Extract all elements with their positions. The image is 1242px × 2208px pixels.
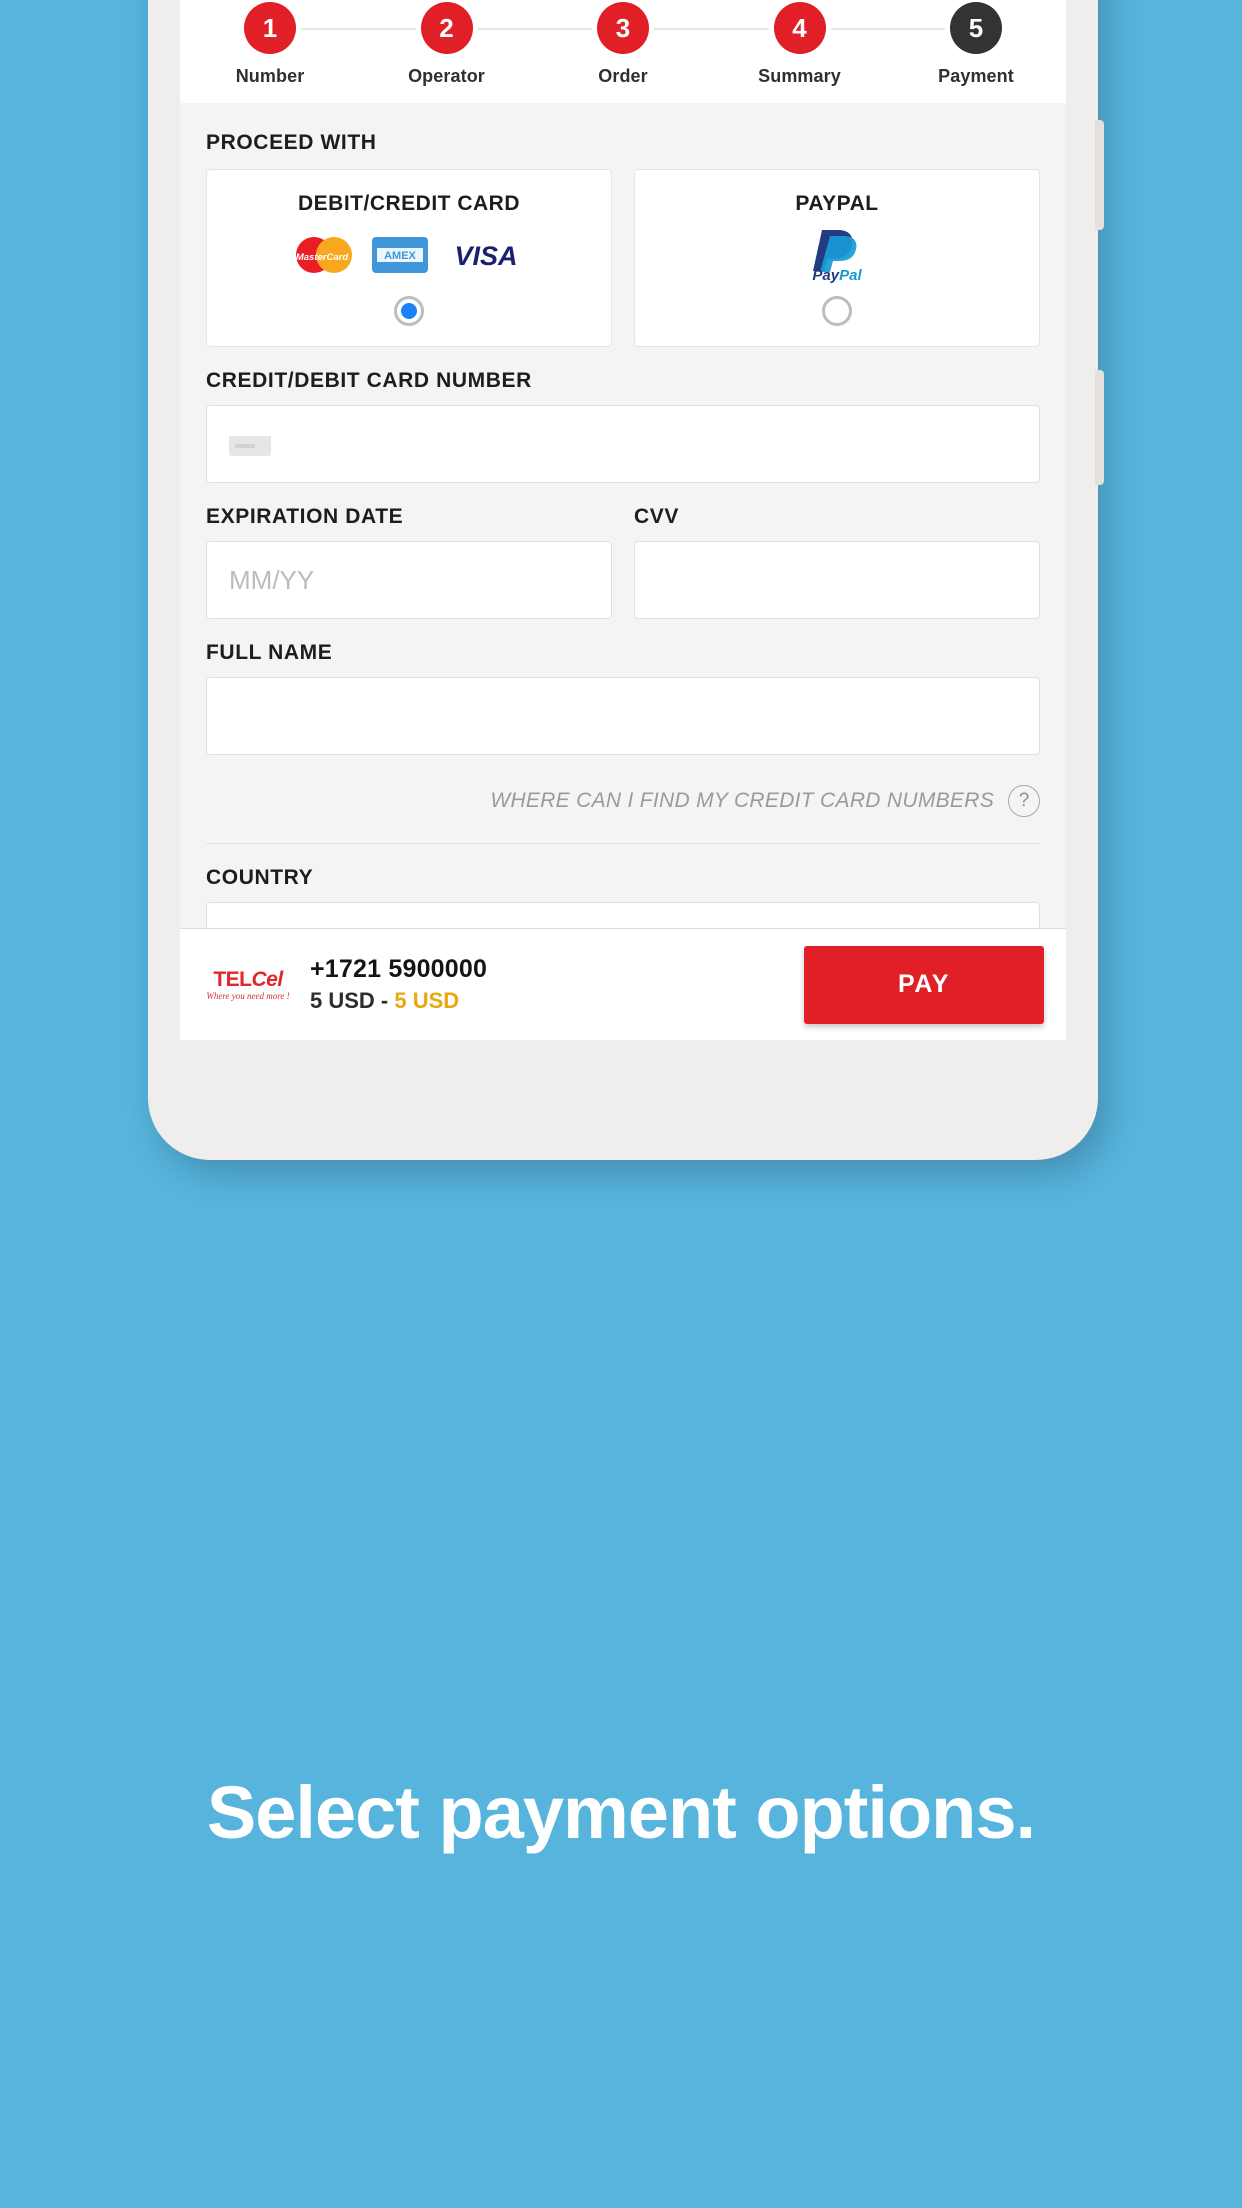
expiration-date-label: EXPIRATION DATE [206,505,404,528]
pay-bar-price: 5 USD - 5 USD [310,988,788,1014]
step-circle-4: 4 [773,2,826,54]
pay-bar: TELCel Where you need more ! +1721 59000… [180,928,1066,1040]
stepper-step-order[interactable]: 3 Order [559,2,687,87]
payment-option-paypal-radio-wrap [645,296,1029,326]
step-label-4: Summary [758,66,841,86]
stepper-step-summary[interactable]: 4 Summary [736,2,864,87]
phone-screen: Where you need more! 1 Number 2 Operator [180,0,1066,1040]
step-circle-3: 3 [597,2,649,54]
amex-icon: AMEX [372,237,428,273]
full-name-label: FULL NAME [206,641,333,664]
payment-form: PROCEED WITH DEBIT/CREDIT CARD MasterCar… [180,103,1066,1040]
payment-option-paypal-radio[interactable] [822,296,852,326]
payment-option-card-radio[interactable] [394,296,424,326]
stepper-step-number[interactable]: 1 Number [206,2,334,87]
pay-bar-price-label: 5 USD - [310,988,389,1013]
step-label-5: Payment [938,66,1014,86]
country-label: COUNTRY [206,866,314,889]
screenshot-root: Where you need more! 1 Number 2 Operator [0,0,1242,2208]
checkout-stepper: 1 Number 2 Operator 3 Order 4 Summary 5 … [180,0,1066,103]
phone-mockup: Where you need more! 1 Number 2 Operator [148,0,1104,1160]
pay-bar-info: +1721 5900000 5 USD - 5 USD [310,955,788,1014]
question-mark-icon[interactable]: ? [1008,785,1040,817]
expiration-date-input[interactable]: MM/YY [206,541,612,619]
payment-option-card-title: DEBIT/CREDIT CARD [298,192,520,215]
payment-option-paypal-title: PAYPAL [795,192,879,215]
pay-button[interactable]: PAY [804,945,1044,1024]
stepper-step-payment[interactable]: 5 Payment [912,2,1040,87]
paypal-logo-row: PayPal [645,230,1029,284]
svg-text:VISA: VISA [454,241,517,271]
telcel-logo-cel: Cel [251,967,283,991]
cvv-input[interactable] [634,541,1040,619]
promo-caption: Select payment options. [206,1771,1036,1854]
card-help-text: WHERE CAN I FIND MY CREDIT CARD NUMBERS [490,789,994,812]
phone-volume-button [1095,120,1104,230]
step-circle-1: 1 [244,2,296,54]
paypal-icon: PayPal [812,230,862,284]
mastercard-icon: MasterCard [296,237,352,273]
card-brand-logos: MasterCard AMEX VISA [217,232,601,278]
telcel-logo-tagline: Where you need more ! [206,990,290,1001]
phone-power-button [1095,370,1104,485]
credit-card-icon [229,433,271,456]
step-circle-2: 2 [420,2,473,54]
telcel-logo-text: TELCel [202,969,294,990]
payment-option-paypal[interactable]: PAYPAL PayPal [634,169,1040,347]
pay-bar-phone-number: +1721 5900000 [310,955,488,983]
pay-bar-price-amount: 5 USD [394,988,460,1013]
proceed-with-title: PROCEED WITH [206,131,377,154]
payment-method-options: DEBIT/CREDIT CARD MasterCard AMEX VISA P… [206,169,1040,347]
payment-option-card-radio-wrap [217,296,601,326]
svg-text:MasterCard: MasterCard [296,252,348,263]
full-name-input[interactable] [206,677,1040,755]
card-number-input[interactable] [206,405,1040,483]
cvv-label: CVV [634,505,679,528]
svg-text:AMEX: AMEX [384,250,416,262]
step-label-1: Number [235,66,305,86]
card-number-label: CREDIT/DEBIT CARD NUMBER [206,369,532,392]
step-label-3: Order [598,66,648,86]
step-circle-5: 5 [950,2,1002,54]
radio-dot [401,303,417,319]
expiration-date-placeholder: MM/YY [229,564,315,595]
stepper-step-operator[interactable]: 2 Operator [383,2,511,87]
telcel-logo-tel: TEL [213,967,252,991]
payment-option-card[interactable]: DEBIT/CREDIT CARD MasterCard AMEX VISA [206,169,612,347]
step-label-2: Operator [408,66,485,86]
expiry-cvv-row: EXPIRATION DATE MM/YY CVV [206,483,1040,619]
telcel-logo: TELCel Where you need more ! [202,969,294,1001]
card-help-row[interactable]: WHERE CAN I FIND MY CREDIT CARD NUMBERS … [206,755,1040,843]
svg-text:PayPal: PayPal [812,267,862,284]
visa-icon: VISA [454,241,517,271]
